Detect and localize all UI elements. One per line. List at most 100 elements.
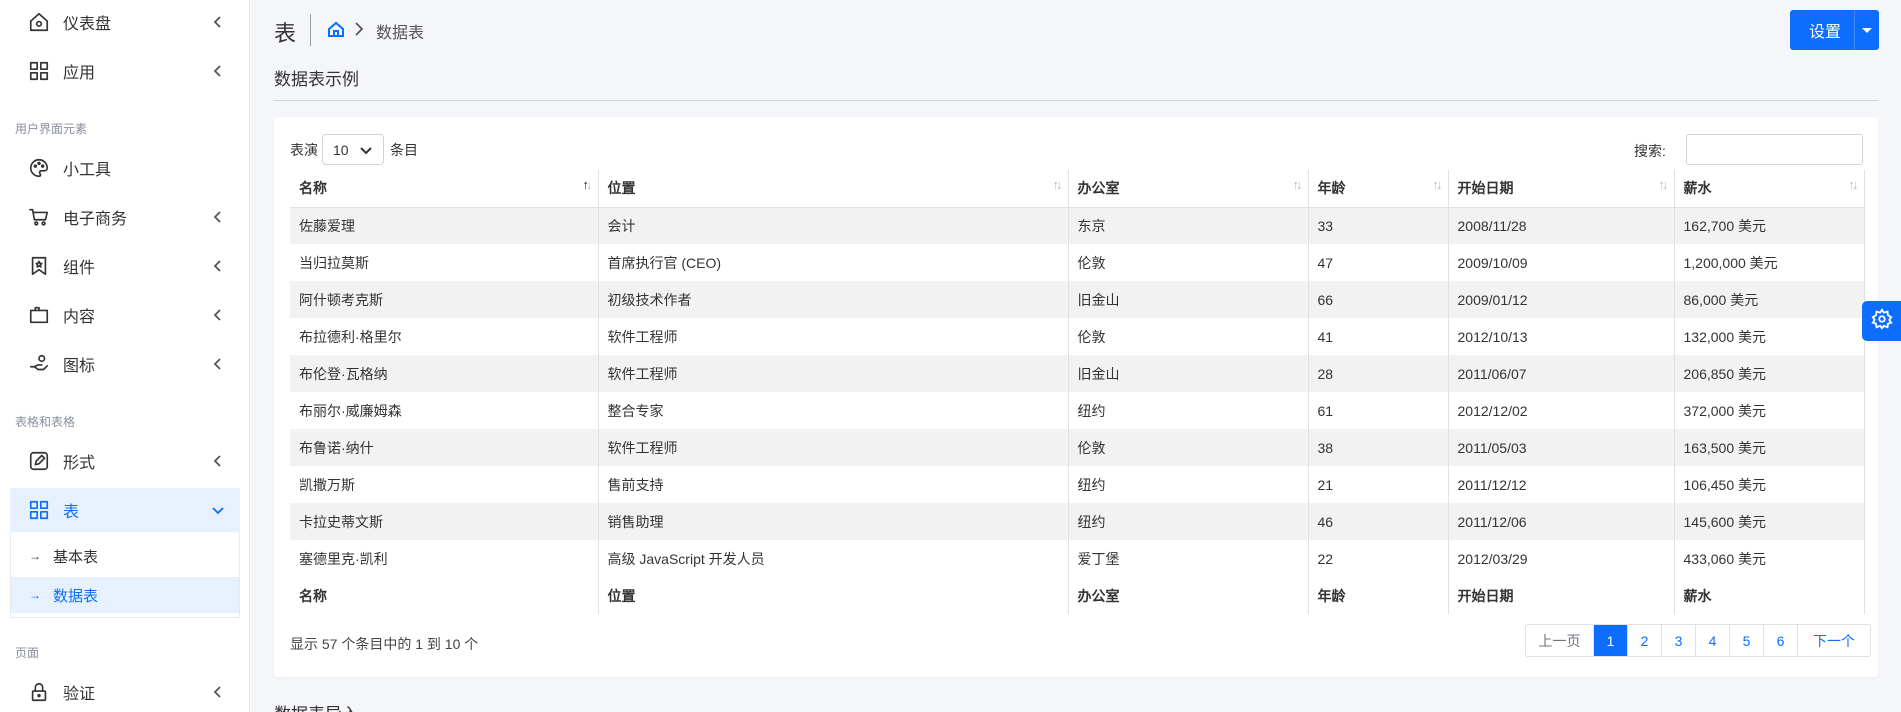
table-cell: 433,060 美元 — [1674, 540, 1865, 577]
pagination-page-6[interactable]: 6 — [1764, 625, 1798, 656]
sidebar-item-tables[interactable]: 表 — [10, 488, 240, 532]
column-footer-age: 年龄 — [1308, 577, 1449, 614]
sidebar-item-components[interactable]: 组件 — [10, 244, 240, 288]
pagination-page-5[interactable]: 5 — [1730, 625, 1764, 656]
table-cell: 162,700 美元 — [1674, 207, 1865, 244]
settings-dropdown-toggle[interactable] — [1854, 10, 1879, 50]
table-cell: 纽约 — [1068, 466, 1309, 503]
chevron-left-icon — [210, 453, 226, 469]
entries-per-page-select[interactable]: 10 — [322, 134, 384, 165]
sidebar-item-dashboard[interactable]: 仪表盘 — [10, 0, 240, 44]
table-cell: 163,500 美元 — [1674, 429, 1865, 466]
home-icon — [27, 10, 51, 34]
breadcrumb-current: 数据表 — [376, 25, 425, 42]
table-cell: 售前支持 — [598, 466, 1069, 503]
chevron-down-icon — [210, 502, 226, 518]
sidebar-subitem-label: 基本表 — [53, 548, 99, 566]
table-cell: 软件工程师 — [598, 355, 1069, 392]
settings-button[interactable]: 设置 — [1790, 10, 1879, 50]
pen-square-icon — [27, 449, 51, 473]
length-suffix: 条目 — [390, 142, 418, 158]
column-header-age[interactable]: 年龄 ↑↓ — [1308, 170, 1449, 208]
sidebar-item-ecommerce[interactable]: 电子商务 — [10, 195, 240, 239]
column-header-office[interactable]: 办公室 ↑↓ — [1068, 170, 1309, 208]
column-footer-position: 位置 — [598, 577, 1069, 614]
length-label: 表演 — [290, 142, 318, 158]
table-cell: 旧金山 — [1068, 355, 1309, 392]
pagination-next[interactable]: 下一个 — [1798, 625, 1870, 656]
sidebar-item-label: 内容 — [63, 309, 96, 326]
table-header-row: 名称 ↑↓ 位置 ↑↓ 办公室 ↑↓ 年龄 ↑↓ 开始日期 ↑↓ 薪水 ↑↓ — [290, 170, 1865, 208]
column-header-salary[interactable]: 薪水 ↑↓ — [1674, 170, 1865, 208]
column-footer-office: 办公室 — [1068, 577, 1309, 614]
sidebar-item-icons[interactable]: 图标 — [10, 342, 240, 386]
table-cell: 46 — [1308, 503, 1449, 540]
breadcrumb-home-icon[interactable] — [327, 20, 345, 38]
arrow-right-icon: → — [29, 588, 41, 602]
table-cell: 2012/03/29 — [1448, 540, 1675, 577]
column-footer-start-date: 开始日期 — [1448, 577, 1675, 614]
search-label: 搜索: — [1634, 143, 1666, 159]
table-cell: 整合专家 — [598, 392, 1069, 429]
pagination-page-2[interactable]: 2 — [1628, 625, 1662, 656]
palette-icon — [27, 156, 51, 180]
chevron-left-icon — [210, 14, 226, 30]
table-cell: 凯撒万斯 — [290, 466, 599, 503]
search-input[interactable] — [1686, 134, 1863, 165]
table-row: 当归拉莫斯 首席执行官 (CEO) 伦敦 47 2009/10/09 1,200,000 … — [290, 244, 1865, 281]
table-cell: 销售助理 — [598, 503, 1069, 540]
chevron-left-icon — [210, 63, 226, 79]
table-cell: 66 — [1308, 281, 1449, 318]
table-row: 布伦登·瓦格纳 软件工程师 旧金山 28 2011/06/07 206,850 美元 — [290, 355, 1865, 392]
chevron-left-icon — [210, 258, 226, 274]
table-row: 佐藤爱理 会计 东京 33 2008/11/28 162,700 美元 — [290, 207, 1865, 244]
section-subtitle: 数据表示例 — [274, 70, 359, 89]
column-header-position[interactable]: 位置 ↑↓ — [598, 170, 1069, 208]
table-cell: 86,000 美元 — [1674, 281, 1865, 318]
sidebar-subitem-basic-table[interactable]: → 基本表 — [11, 538, 239, 574]
sidebar-item-content[interactable]: 内容 — [10, 293, 240, 337]
pagination-page-1[interactable]: 1 — [1594, 625, 1628, 656]
table-cell: 佐藤爱理 — [290, 207, 599, 244]
pagination-prev[interactable]: 上一页 — [1526, 625, 1594, 656]
caret-down-icon — [1862, 27, 1872, 33]
arrow-right-icon: → — [29, 549, 41, 563]
table-cell: 2009/01/12 — [1448, 281, 1675, 318]
sidebar-item-label: 仪表盘 — [63, 16, 112, 33]
table-cell: 145,600 美元 — [1674, 503, 1865, 540]
hand-icon — [27, 352, 51, 376]
table-cell: 2012/12/02 — [1448, 392, 1675, 429]
table-cell: 软件工程师 — [598, 318, 1069, 355]
column-footer-name: 名称 — [290, 577, 599, 614]
sort-icon: ↑↓ — [1292, 177, 1303, 192]
table-row: 布拉德利·格里尔 软件工程师 伦敦 41 2012/10/13 132,000 美元 — [290, 318, 1865, 355]
sidebar-item-widgets[interactable]: 小工具 — [10, 146, 240, 190]
table-cell: 206,850 美元 — [1674, 355, 1865, 392]
title-divider — [310, 14, 311, 46]
table-cell: 阿什顿考克斯 — [290, 281, 599, 318]
data-table: 名称 ↑↓ 位置 ↑↓ 办公室 ↑↓ 年龄 ↑↓ 开始日期 ↑↓ 薪水 ↑↓ 佐藤爱理 会计东… — [290, 170, 1865, 614]
pagination-page-4[interactable]: 4 — [1696, 625, 1730, 656]
sidebar-item-auth[interactable]: 验证 — [10, 670, 240, 712]
table-cell: 布丽尔·威廉姆森 — [290, 392, 599, 429]
sidebar-item-label: 图标 — [63, 358, 96, 375]
table-cell: 会计 — [598, 207, 1069, 244]
sidebar-item-label: 小工具 — [63, 162, 112, 179]
column-header-name[interactable]: 名称 ↑↓ — [290, 170, 599, 208]
pagination-page-3[interactable]: 3 — [1662, 625, 1696, 656]
chevron-left-icon — [210, 684, 226, 700]
theme-settings-button[interactable] — [1862, 301, 1901, 341]
table-cell: 2011/12/12 — [1448, 466, 1675, 503]
column-header-start-date[interactable]: 开始日期 ↑↓ — [1448, 170, 1675, 208]
gear-icon — [1870, 307, 1893, 335]
sidebar-subitem-data-table[interactable]: → 数据表 — [11, 577, 239, 613]
settings-button-label[interactable]: 设置 — [1790, 10, 1854, 50]
chevron-left-icon — [210, 307, 226, 323]
sidebar: 仪表盘 应用 用户界面元素 小工具 电子商务 组件 内容 图标 表格和表格 形式 — [0, 0, 250, 712]
cart-icon — [27, 205, 51, 229]
sidebar-item-forms[interactable]: 形式 — [10, 439, 240, 483]
section-subtitle-import: 数据表导入 — [274, 700, 359, 712]
sort-icon: ↑↓ — [1658, 177, 1669, 192]
table-cell: 伦敦 — [1068, 318, 1309, 355]
sidebar-item-apps[interactable]: 应用 — [10, 49, 240, 93]
